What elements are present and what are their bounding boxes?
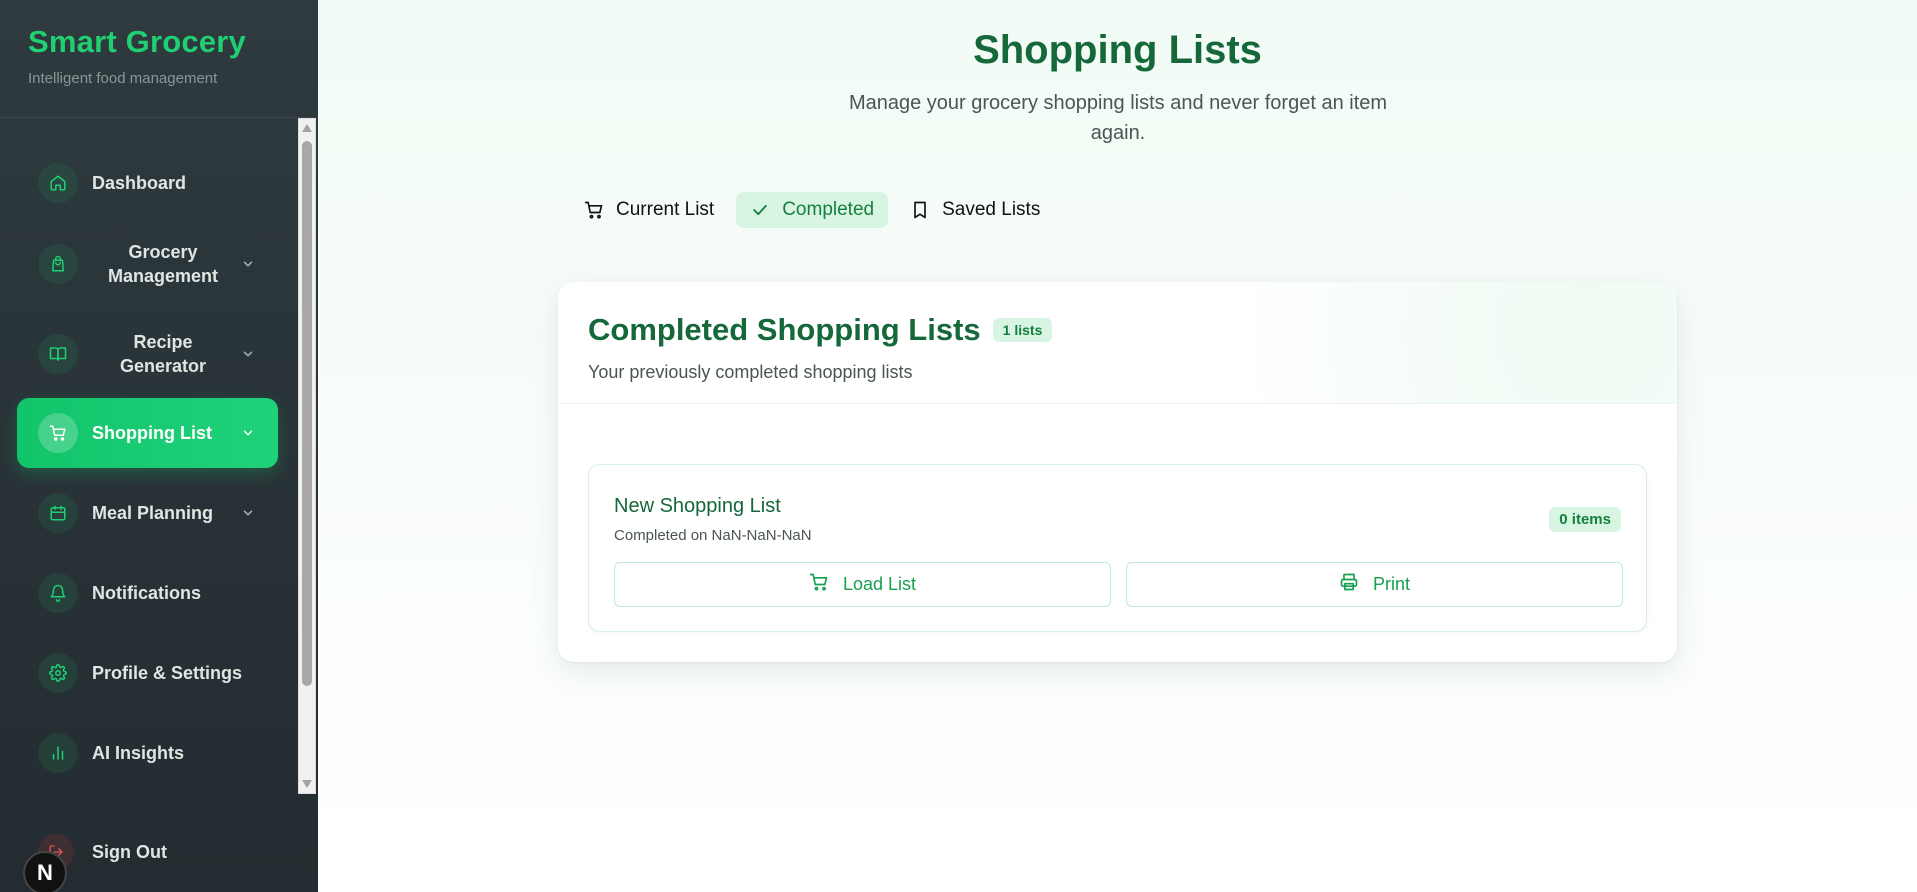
cart-icon [809, 572, 829, 597]
sidebar-scrollbar[interactable] [298, 118, 316, 794]
list-completed-date: Completed on NaN-NaN-NaN [614, 527, 812, 544]
load-list-button[interactable]: Load List [614, 562, 1111, 607]
print-button[interactable]: Print [1126, 562, 1623, 607]
check-icon [750, 200, 770, 220]
tab-bar: Current List Completed Saved Lists [570, 192, 1054, 228]
dev-tools-badge[interactable]: N [23, 851, 67, 892]
sidebar-item-dashboard[interactable]: Dashboard [17, 154, 278, 212]
sidebar-item-profile-settings[interactable]: Profile & Settings [17, 644, 278, 702]
calendar-icon [38, 493, 78, 533]
tab-label: Current List [616, 199, 715, 220]
sidebar: Smart Grocery Intelligent food managemen… [0, 0, 318, 892]
list-name: New Shopping List [614, 495, 781, 517]
main-content: Shopping Lists Manage your grocery shopp… [318, 0, 1917, 892]
tab-label: Completed [782, 199, 875, 220]
sign-out-label: Sign Out [92, 841, 167, 862]
card-title: Completed Shopping Lists [588, 312, 981, 347]
bar-chart-icon [38, 733, 78, 773]
app-title: Smart Grocery [28, 24, 246, 59]
sidebar-item-label: Meal Planning [92, 502, 214, 523]
sidebar-item-ai-insights[interactable]: AI Insights [17, 724, 278, 782]
chevron-down-icon [238, 423, 258, 443]
sidebar-item-meal-planning[interactable]: Meal Planning [17, 484, 278, 542]
book-icon [38, 334, 78, 374]
scroll-up-icon[interactable] [302, 124, 312, 132]
tab-completed[interactable]: Completed [736, 192, 889, 228]
cart-icon [584, 200, 604, 220]
tab-current-list[interactable]: Current List [570, 192, 728, 228]
cart-icon [38, 413, 78, 453]
sidebar-item-notifications[interactable]: Notifications [17, 564, 278, 622]
card-subtitle: Your previously completed shopping lists [588, 362, 913, 382]
lists-count-badge: 1 lists [992, 318, 1053, 342]
sidebar-item-label: Recipe Generator [119, 332, 207, 376]
page-subtitle: Manage your grocery shopping lists and n… [848, 92, 1388, 144]
home-icon [38, 163, 78, 203]
sidebar-item-label: Shopping List [92, 422, 212, 443]
sidebar-item-label: AI Insights [92, 742, 185, 763]
print-label: Print [1372, 574, 1410, 594]
sidebar-item-grocery-management[interactable]: Grocery Management [17, 228, 278, 300]
tab-label: Saved Lists [942, 199, 1041, 220]
sidebar-item-label: Grocery Management [107, 242, 219, 286]
sidebar-item-recipe-generator[interactable]: Recipe Generator [17, 318, 278, 390]
bookmark-icon [910, 200, 930, 220]
printer-icon [1339, 572, 1359, 597]
bell-icon [38, 573, 78, 613]
scroll-down-icon[interactable] [302, 780, 312, 788]
chevron-down-icon [238, 503, 258, 523]
sidebar-item-label: Profile & Settings [92, 662, 243, 683]
list-item: New Shopping List Completed on NaN-NaN-N… [588, 464, 1647, 632]
sidebar-item-shopping-list[interactable]: Shopping List [17, 398, 278, 468]
chevron-down-icon [238, 254, 258, 274]
sidebar-nav: Dashboard Grocery Management Recipe Gene… [0, 118, 318, 794]
sidebar-item-label: Notifications [92, 582, 202, 603]
shopping-bag-icon [38, 244, 78, 284]
completed-lists-card: Completed Shopping Lists 1 lists Your pr… [558, 282, 1677, 662]
app-subtitle: Intelligent food management [28, 70, 218, 87]
tab-saved-lists[interactable]: Saved Lists [896, 192, 1054, 228]
page-title: Shopping Lists [973, 28, 1262, 72]
card-header: Completed Shopping Lists 1 lists Your pr… [558, 282, 1677, 404]
load-list-label: Load List [842, 574, 917, 594]
brand: Smart Grocery Intelligent food managemen… [0, 0, 318, 118]
sidebar-item-label: Dashboard [92, 172, 187, 193]
scrollbar-thumb[interactable] [302, 141, 312, 686]
items-count-badge: 0 items [1549, 507, 1621, 532]
chevron-down-icon [238, 344, 258, 364]
gear-icon [38, 653, 78, 693]
